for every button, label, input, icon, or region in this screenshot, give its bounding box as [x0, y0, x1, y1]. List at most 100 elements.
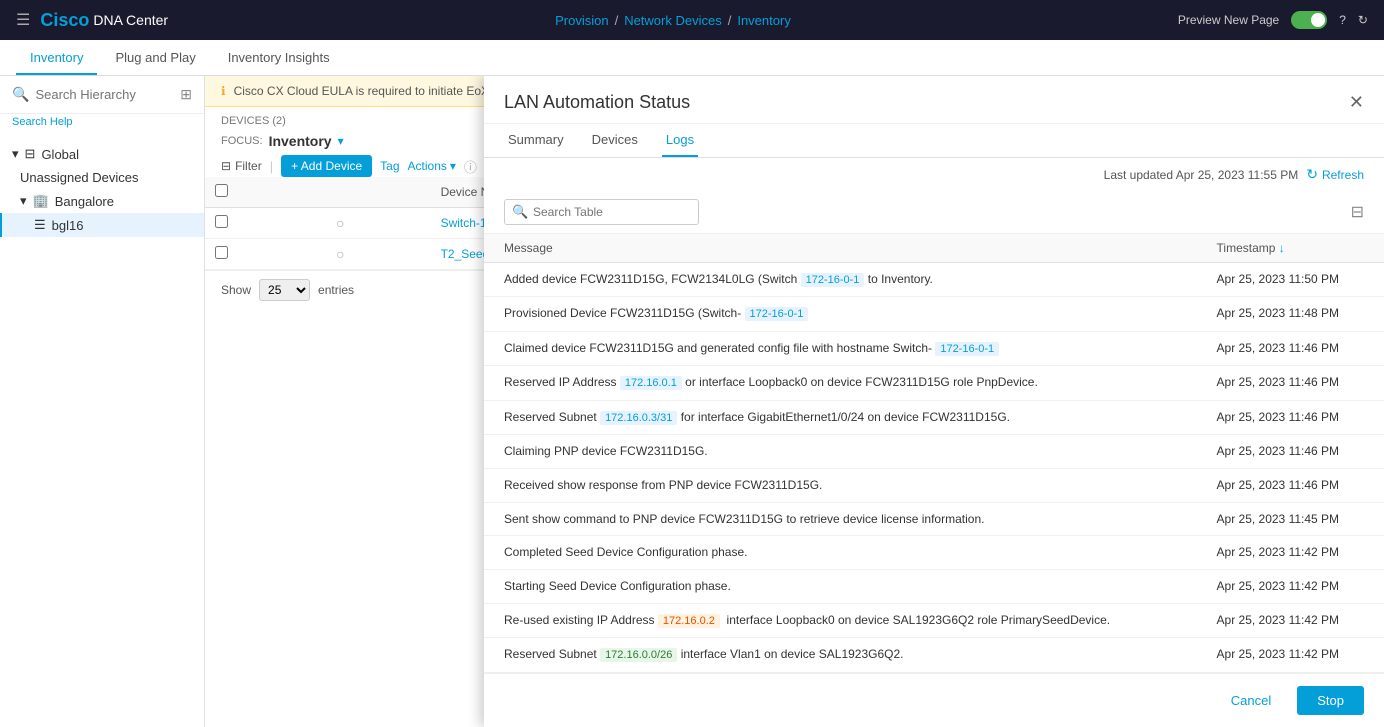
sidebar: 🔍 ⊞ Search Help ▾ ⊟ Global Unassigned De…	[0, 76, 205, 727]
log-timestamp: Apr 25, 2023 11:46 PM	[1197, 331, 1384, 365]
search-input[interactable]	[35, 87, 174, 102]
log-timestamp: Apr 25, 2023 11:46 PM	[1197, 468, 1384, 502]
focus-label: FOCUS:	[221, 135, 263, 147]
sidebar-search-area: 🔍 ⊞	[0, 76, 204, 114]
chevron-down-icon: ▾	[12, 146, 19, 162]
add-device-button[interactable]: + Add Device	[281, 155, 372, 177]
info-icon: ℹ	[221, 84, 226, 98]
log-timestamp: Apr 25, 2023 11:46 PM	[1197, 366, 1384, 400]
filter-button[interactable]: ⊟ Filter	[221, 159, 262, 173]
tab-logs[interactable]: Logs	[662, 124, 698, 157]
stop-button[interactable]: Stop	[1297, 686, 1364, 715]
sub-navigation: Inventory Plug and Play Inventory Insigh…	[0, 40, 1384, 76]
log-row: Reserved Subnet 172.16.0.3/31 for interf…	[484, 400, 1384, 434]
tab-inventory-insights[interactable]: Inventory Insights	[214, 42, 344, 75]
tag-button[interactable]: Tag	[380, 159, 399, 173]
sort-desc-icon: ↓	[1279, 241, 1285, 255]
log-row: Reserved IP Address 172.16.0.1 or interf…	[484, 366, 1384, 400]
modal-tabs: Summary Devices Logs	[484, 124, 1384, 158]
log-row: Claiming PNP device FCW2311D15G. Apr 25,…	[484, 434, 1384, 468]
divider: |	[270, 159, 273, 174]
breadcrumb-sep2: /	[728, 13, 732, 28]
device-icon: ☰	[34, 217, 46, 233]
log-message: Added device FCW2311D15G, FCW2134L0LG (S…	[484, 263, 1197, 297]
log-timestamp: Apr 25, 2023 11:42 PM	[1197, 638, 1384, 672]
col-icon	[326, 177, 430, 208]
breadcrumb: Provision / Network Devices / Inventory	[555, 13, 791, 28]
log-timestamp: Apr 25, 2023 11:42 PM	[1197, 536, 1384, 570]
preview-toggle[interactable]	[1291, 11, 1327, 29]
log-timestamp: Apr 25, 2023 11:46 PM	[1197, 400, 1384, 434]
log-message: Provisioned Device FCW2311D15G (Switch- …	[484, 297, 1197, 331]
hamburger-icon[interactable]: ☰	[16, 10, 30, 30]
ip-badge: 172.16.0.2	[658, 614, 720, 628]
main-layout: 🔍 ⊞ Search Help ▾ ⊟ Global Unassigned De…	[0, 76, 1384, 727]
log-table-container: Message Timestamp ↓ Added device FCW2311…	[484, 234, 1384, 673]
log-row: Provisioned Device FCW2311D15G (Switch- …	[484, 297, 1384, 331]
row-checkbox[interactable]	[215, 246, 228, 259]
breadcrumb-inventory[interactable]: Inventory	[737, 13, 790, 28]
log-timestamp: Apr 25, 2023 11:42 PM	[1197, 570, 1384, 604]
log-timestamp: Apr 25, 2023 11:46 PM	[1197, 434, 1384, 468]
log-message: Starting Seed Device Configuration phase…	[484, 570, 1197, 604]
building-icon: 🏢	[33, 193, 49, 209]
log-timestamp: Apr 25, 2023 11:48 PM	[1197, 297, 1384, 331]
help-icon[interactable]: ?	[1339, 13, 1346, 27]
top-navigation: ☰ Cisco DNA Center Provision / Network D…	[0, 0, 1384, 40]
filter-icon: ⊟	[221, 159, 231, 173]
sidebar-item-bgl16[interactable]: ☰ bgl16	[0, 213, 204, 237]
chevron-down-icon: ▾	[20, 193, 27, 209]
info-icon[interactable]: ⓘ	[464, 157, 477, 176]
select-all-checkbox[interactable]	[215, 184, 228, 197]
breadcrumb-sep1: /	[615, 13, 619, 28]
tab-summary[interactable]: Summary	[504, 124, 568, 157]
chevron-down-icon: ▾	[450, 159, 456, 173]
log-message: Sent show command to PNP device FCW2311D…	[484, 502, 1197, 536]
focus-chevron-icon[interactable]: ▾	[338, 134, 344, 148]
tab-inventory[interactable]: Inventory	[16, 42, 97, 75]
modal-body: Last updated Apr 25, 2023 11:55 PM ↻ Ref…	[484, 158, 1384, 673]
sidebar-item-label: Global	[41, 147, 79, 162]
log-message: Claimed device FCW2311D15G and generated…	[484, 331, 1197, 365]
refresh-link[interactable]: ↻ Refresh	[1306, 166, 1364, 183]
refresh-icon: ↻	[1306, 166, 1318, 183]
modal-title: LAN Automation Status	[504, 92, 690, 113]
page-size-select[interactable]: 25 50 100	[259, 279, 310, 301]
row-checkbox[interactable]	[215, 215, 228, 228]
filter-icon[interactable]: ⊞	[180, 86, 192, 103]
log-timestamp: Apr 25, 2023 11:42 PM	[1197, 603, 1384, 637]
ip-badge: 172-16-0-1	[801, 273, 865, 287]
log-table: Message Timestamp ↓ Added device FCW2311…	[484, 234, 1384, 673]
tab-devices[interactable]: Devices	[588, 124, 642, 157]
search-wrapper: 🔍	[504, 199, 1343, 225]
log-filter-icon[interactable]: ⊟	[1351, 202, 1364, 222]
nav-right: Preview New Page ? ↻	[1178, 11, 1368, 29]
cancel-button[interactable]: Cancel	[1215, 687, 1287, 714]
log-search-input[interactable]	[504, 199, 699, 225]
log-row: Added device FCW2311D15G, FCW2134L0LG (S…	[484, 263, 1384, 297]
actions-button[interactable]: Actions ▾	[408, 159, 456, 173]
sidebar-item-bangalore[interactable]: ▾ 🏢 Bangalore	[0, 189, 204, 213]
log-message: Claiming PNP device FCW2311D15G.	[484, 434, 1197, 468]
ip-badge: 172.16.0.3/31	[600, 411, 677, 425]
log-row: Claimed device FCW2311D15G and generated…	[484, 331, 1384, 365]
ip-badge: 172.16.0.1	[620, 376, 682, 390]
refresh-icon[interactable]: ↻	[1358, 13, 1368, 27]
sidebar-tree: ▾ ⊟ Global Unassigned Devices ▾ 🏢 Bangal…	[0, 134, 204, 727]
log-row: Completed Seed Device Configuration phas…	[484, 536, 1384, 570]
log-message: Completed Seed Device Configuration phas…	[484, 536, 1197, 570]
breadcrumb-provision[interactable]: Provision	[555, 13, 608, 28]
log-row: Sent show command to PNP device FCW2311D…	[484, 502, 1384, 536]
search-icon: 🔍	[12, 86, 29, 103]
breadcrumb-network-devices[interactable]: Network Devices	[624, 13, 722, 28]
dna-label: DNA Center	[93, 12, 168, 28]
modal-footer: Cancel Stop	[484, 673, 1384, 727]
sidebar-item-global[interactable]: ▾ ⊟ Global	[0, 142, 204, 166]
cisco-logo: Cisco DNA Center	[40, 10, 168, 31]
sidebar-item-unassigned[interactable]: Unassigned Devices	[0, 166, 204, 189]
close-button[interactable]: ✕	[1349, 92, 1364, 113]
search-help-link[interactable]: Search Help	[0, 114, 204, 134]
col-timestamp[interactable]: Timestamp ↓	[1197, 234, 1384, 263]
ip-badge: 172-16-0-1	[935, 342, 999, 356]
tab-plug-and-play[interactable]: Plug and Play	[101, 42, 209, 75]
